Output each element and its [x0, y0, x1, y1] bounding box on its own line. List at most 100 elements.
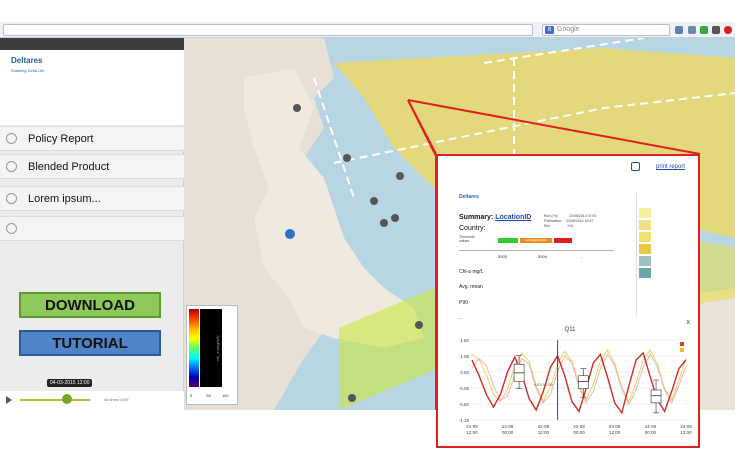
station-marker[interactable] [396, 172, 404, 180]
x-tick-label: 12:00 [466, 430, 478, 435]
location-id: LocationID [495, 214, 532, 221]
logo-tagline: Enabling Delta Life [11, 68, 45, 73]
p90-label: P90 [459, 300, 468, 306]
meta-value: 22/08/2014 16:47 [566, 219, 594, 223]
x-tick-label: 22-09 [502, 424, 514, 429]
threshold-green [498, 238, 518, 243]
y-tick-label: 1.60 [460, 338, 469, 343]
station-marker[interactable] [370, 197, 378, 205]
threshold-label: Threshold values [459, 235, 475, 243]
station-marker[interactable] [293, 104, 301, 112]
time-slider-track[interactable] [20, 399, 90, 401]
y-tick-label: 0.50 [460, 370, 469, 375]
box-body [650, 389, 662, 404]
download-arrow-icon[interactable] [700, 26, 708, 34]
x-tick-label: 22-09 [538, 424, 550, 429]
addon-icon[interactable] [724, 26, 732, 34]
menu-item-policy-report[interactable]: Policy Report [0, 126, 184, 151]
sidebar: Deltares Enabling Delta Life Policy Repo… [0, 38, 184, 410]
x-tick-label: 23-09 [573, 424, 585, 429]
time-marker-label: 4-03 12:00 [534, 382, 554, 387]
time-slider-handle[interactable] [61, 394, 72, 404]
legend-swatch [639, 268, 651, 278]
home-icon[interactable] [712, 26, 720, 34]
legend-colorbar [189, 309, 199, 387]
year-divider [459, 250, 614, 251]
download-button[interactable]: DOWNLOAD [19, 292, 161, 318]
menu-item-label: Blended Product [28, 161, 110, 173]
station-marker[interactable] [348, 394, 356, 402]
legend-swatch [680, 342, 684, 346]
y-tick-label: -0.60 [459, 402, 470, 407]
deltares-logo: Deltares [11, 56, 43, 65]
report-document: Deltares Summary: LocationID Country: Ru… [456, 194, 686, 325]
globe-icon [6, 223, 17, 234]
sidebar-header-bar [0, 38, 184, 50]
legend-swatch [639, 244, 651, 254]
chart-title: Q11 [564, 327, 576, 333]
x-tick-label: 12:00 [609, 430, 621, 435]
scale-tick: 0 [190, 393, 193, 398]
timeseries-chart: 1.601.050.50-0.05-0.60-1.1521-0912:0022-… [459, 338, 693, 435]
close-icon[interactable]: x [687, 319, 691, 326]
scale-tick: 50 [206, 393, 211, 398]
x-tick-label: 12:00 [680, 430, 692, 435]
legend-swatch [639, 256, 651, 266]
station-marker[interactable] [391, 214, 399, 222]
more-label: ... [459, 315, 464, 321]
print-report-link[interactable]: print report [656, 164, 685, 170]
selected-station-marker[interactable] [285, 229, 295, 239]
report-title: Summary: LocationID [459, 214, 531, 221]
station-marker[interactable] [415, 321, 423, 329]
menu-item-lorem-ipsum[interactable]: Lorem ipsum... [0, 186, 184, 211]
year-label: 2003 [498, 254, 507, 259]
play-icon[interactable] [6, 396, 12, 404]
search-placeholder: Google [557, 26, 580, 33]
threshold-orange: EXCEEDANCE [520, 238, 552, 243]
x-tick-label: 12:00 [538, 430, 550, 435]
bookmark-icon[interactable] [675, 26, 683, 34]
tutorial-button[interactable]: TUTORIAL [19, 330, 161, 356]
time-slider: 04-03-2015 12:00 All times GMT [0, 379, 184, 410]
address-bar[interactable] [3, 24, 533, 36]
meta-value: 22/08/2014 07:00 [569, 214, 597, 218]
x-tick-label: 21-09 [466, 424, 478, 429]
timezone-label: All times GMT [104, 397, 130, 402]
station-marker[interactable] [380, 219, 388, 227]
report-inset: print report Deltares Summary: LocationI… [436, 154, 700, 448]
x-tick-label: 24-09 [645, 424, 657, 429]
threshold-label-line: values [459, 239, 470, 243]
x-tick-label: 00:00 [502, 430, 514, 435]
meta-key: Publication: [544, 219, 563, 223]
y-tick-label: 1.05 [460, 354, 469, 359]
menu-item-label: Policy Report [28, 133, 94, 145]
x-tick-label: 24-09 [680, 424, 692, 429]
legend-swatch [639, 232, 651, 242]
year-label: ... [580, 254, 584, 259]
year-label: 2004 [538, 254, 547, 259]
menu-item-blended-product[interactable]: Blended Product [0, 154, 184, 179]
time-tooltip: 04-03-2015 12:00 [47, 379, 93, 387]
report-meta: Run (Yr): 22/08/2014 07:00 Publication: … [544, 214, 596, 229]
summary-prefix: Summary: [459, 214, 494, 221]
meta-key: Run (Yr): [544, 214, 559, 218]
search-box[interactable]: 8 Google [542, 24, 670, 36]
library-icon[interactable] [688, 26, 696, 34]
x-tick-label: 00:00 [645, 430, 657, 435]
globe-icon [6, 133, 17, 144]
search-engine-icon: 8 [545, 26, 554, 34]
report-legend-column [636, 194, 674, 316]
unit-label: Chl-a mg/L [459, 269, 484, 275]
station-marker[interactable] [343, 154, 351, 162]
legend-scale: 0 50 100 [190, 393, 229, 398]
logo-area: Deltares Enabling Delta Life [0, 50, 184, 125]
globe-icon [6, 193, 17, 204]
box-body [577, 375, 589, 389]
app-screenshot: 8 Google Deltares Enabling Delta Life Po… [0, 0, 735, 465]
color-legend: chl_a (mg/m3) 0 50 100 [186, 305, 238, 405]
y-tick-label: -0.05 [459, 386, 470, 391]
menu-item-empty[interactable] [0, 216, 184, 241]
x-tick-label: 00:00 [573, 430, 585, 435]
y-tick-label: -1.15 [459, 418, 470, 423]
printer-icon[interactable] [631, 162, 640, 171]
